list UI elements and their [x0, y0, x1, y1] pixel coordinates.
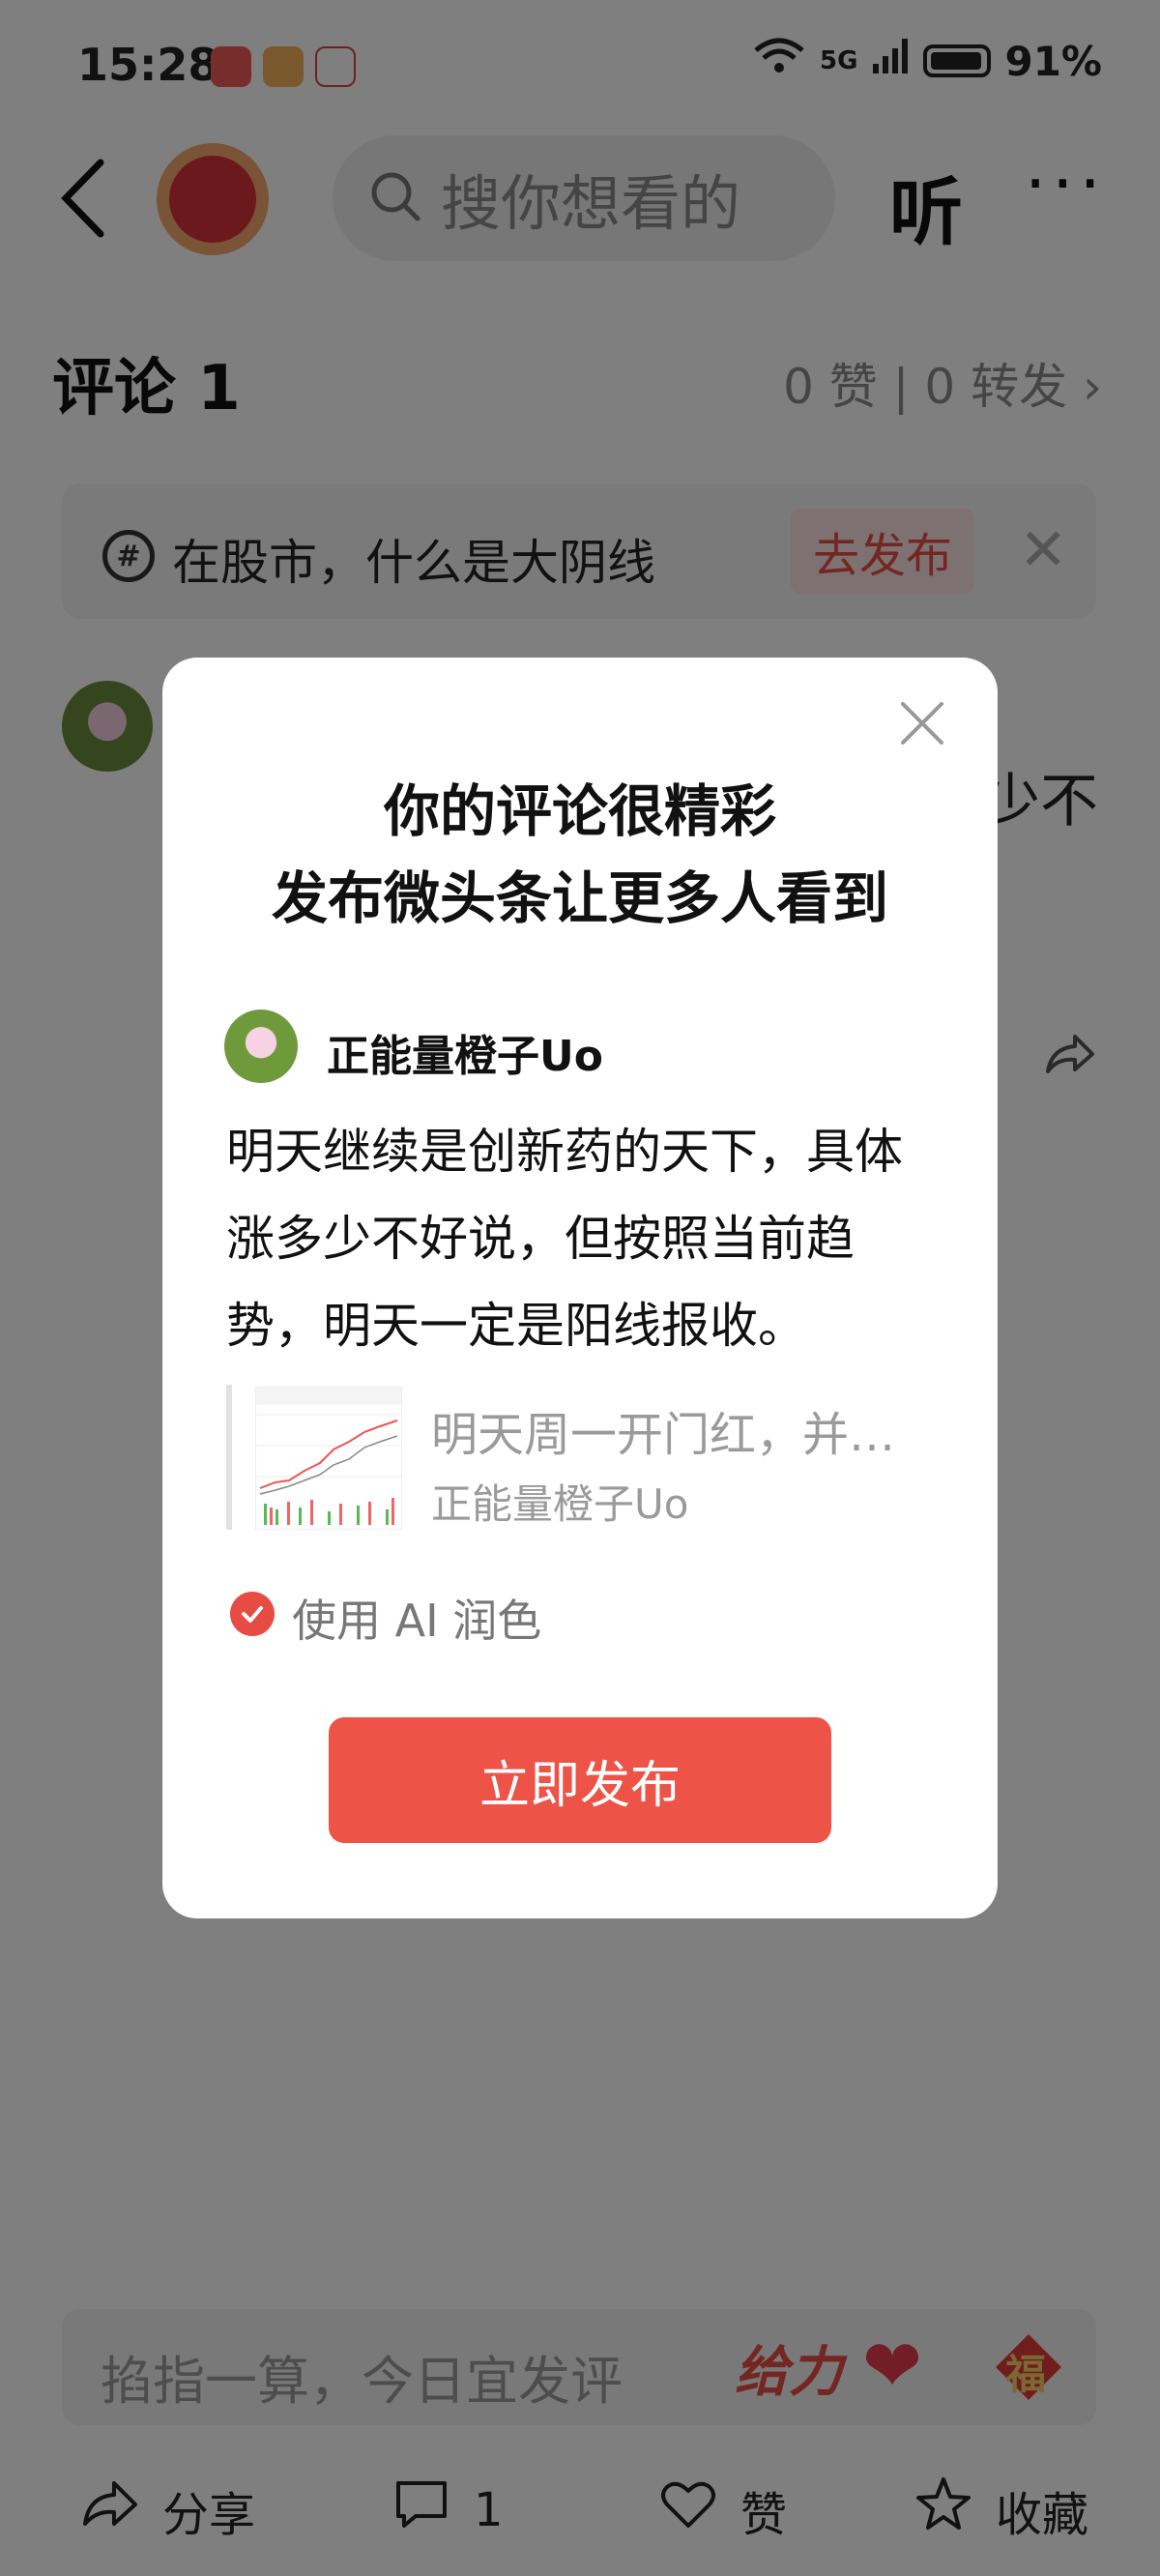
- author-name: 正能量橙子Uo: [327, 1032, 603, 1081]
- publish-dialog: 你的评论很精彩 发布微头条让更多人看到 正能量橙子Uo 明天继续是创新药的天下，…: [162, 658, 998, 1918]
- ai-polish-label[interactable]: 使用 AI 润色: [292, 1586, 541, 1650]
- quote-source: 正能量橙子Uo: [431, 1480, 689, 1528]
- post-body: 明天继续是创新药的天下，具体涨多少不好说，但按照当前趋势，明天一定是阳线报收。: [226, 1124, 903, 1354]
- quote-title: 明天周一开门红，并…: [431, 1408, 896, 1462]
- publish-now-button[interactable]: 立即发布: [329, 1717, 831, 1843]
- ai-polish-checkbox[interactable]: [230, 1592, 275, 1636]
- check-icon: [242, 1606, 263, 1623]
- quote-bar: [226, 1385, 232, 1530]
- author-avatar: [224, 1010, 298, 1083]
- stock-chart-thumbnail: [255, 1387, 402, 1530]
- dialog-title-line2: 发布微头条让更多人看到: [271, 865, 888, 931]
- dialog-title-line1: 你的评论很精彩: [383, 778, 776, 844]
- quoted-post: 明天周一开门红，并… 正能量橙子Uo: [226, 1385, 942, 1530]
- close-icon[interactable]: [897, 698, 947, 748]
